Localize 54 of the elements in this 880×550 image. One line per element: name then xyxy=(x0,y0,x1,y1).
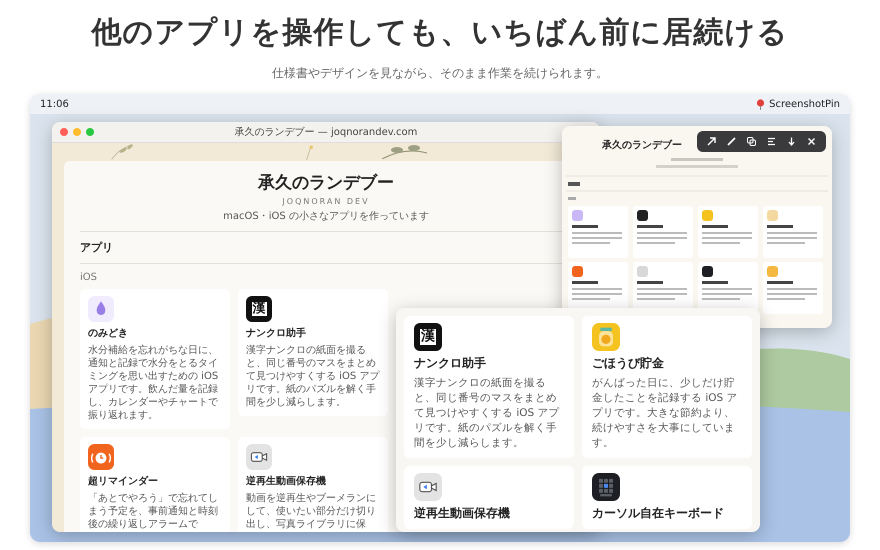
icon-glyph: 漢 xyxy=(420,329,436,345)
app-name: 逆再生動画保存機 xyxy=(414,505,510,522)
app-description: 漢字ナンクロの紙面を撮ると、同じ番号のマスをまとめて見つけやすくする iOS アプリです。紙のパズルを解く手間を少し減らします。 xyxy=(414,376,561,451)
app-name: ごほうび貯金 xyxy=(592,355,664,372)
down-arrow-icon[interactable] xyxy=(786,136,797,147)
copy-icon[interactable] xyxy=(746,136,757,147)
flower-drawing xyxy=(306,145,313,160)
headline: 他のアプリを操作しても、いちばん前に居続ける xyxy=(92,14,788,52)
app-card[interactable]: 超リマインダー 「あとでやろう」で忘れてしまう予定を、事前通知と時刻後の繰り返しアラームで xyxy=(80,437,230,532)
site-tagline: macOS・iOS の小さなアプリを作っています xyxy=(223,210,429,223)
app-name: カーソル自在キーボード xyxy=(592,505,724,522)
close-button[interactable] xyxy=(60,128,68,136)
app-description: 水分補給を忘れがちな日に、通知と記録で水分をとるタイミングを思い出すための iOS アプリです。飲んだ量を記録し、カレンダーやチャートで振り返れます。 xyxy=(88,344,220,422)
app-description: 動画を逆再生やブーメランにして、使いたい部分だけ切り出し、写真ライブラリに保 xyxy=(246,492,377,531)
coin-jar-icon xyxy=(592,323,620,351)
app-card[interactable]: のみどき 水分補給を忘れがちな日に、通知と記録で水分をとるタイミングを思い出すための iOS アプリです。飲んだ量を記録し、カレンダーやチャートで振り返れます。 xyxy=(80,289,230,429)
clock: 11:06 xyxy=(40,98,69,110)
video-camera-icon xyxy=(414,473,442,501)
app-name: ナンクロ助手 xyxy=(414,355,486,372)
site-author: JOQNORAN DEV xyxy=(282,197,370,206)
app-name: のみどき xyxy=(88,327,128,340)
pin-icon[interactable] xyxy=(756,98,766,110)
pin-page-title: 承久のランデブー xyxy=(602,138,682,152)
alarm-clock-icon xyxy=(88,444,114,470)
app-card[interactable]: ごほうび貯金 がんばった日に、少しだけ貯金したことを記録する iOS アプリです。大きな節約より、続けやすさを大事にしています。 xyxy=(582,316,752,458)
pinned-screenshot[interactable]: 承久のランデブー xyxy=(562,126,832,328)
align-icon[interactable] xyxy=(766,136,777,147)
app-name: 超リマインダー xyxy=(88,474,158,488)
video-camera-icon xyxy=(246,444,272,470)
leaf-sprig-drawing xyxy=(381,145,429,159)
pinned-screenshot[interactable]: 漢 ナンクロ助手 漢字ナンクロの紙面を撮ると、同じ番号のマスをまとめて見つけやすくする iOS アプリです。紙のパズルを解く手間を少し減らします。 ごほうび貯金 がんばった日に、少しだけ貯金したことを記録する iOS アプリです。大きな節約より、続けやすさを大事にしています。 逆再生動画保存機 カーソル自在キーボード xyxy=(396,308,760,532)
platform-label: iOS xyxy=(80,272,97,283)
leaf-sprig-drawing xyxy=(111,144,133,160)
pen-icon[interactable] xyxy=(726,136,737,147)
app-name: 逆再生動画保存機 xyxy=(246,474,326,488)
app-card[interactable]: 逆再生動画保存機 xyxy=(404,466,574,529)
menu-app-name[interactable]: ScreenshotPin xyxy=(769,98,840,110)
site-title: 承久のランデブー xyxy=(258,172,394,194)
window-title: 承久のランデブー — joqnorandev.com xyxy=(234,126,418,139)
subheadline: 仕様書やデザインを見ながら、そのまま作業を続けられます。 xyxy=(272,65,608,82)
app-description: 漢字ナンクロの紙面を撮ると、同じ番号のマスをまとめて見つけやすくする iOS アプリです。紙のパズルを解く手間を少し減らします。 xyxy=(246,344,380,409)
droplet-icon xyxy=(88,296,114,322)
close-icon[interactable] xyxy=(806,136,817,147)
app-card[interactable]: カーソル自在キーボード xyxy=(582,466,752,529)
arrow-icon[interactable] xyxy=(706,136,717,147)
app-card[interactable]: 漢 ナンクロ助手 漢字ナンクロの紙面を撮ると、同じ番号のマスをまとめて見つけやすくする iOS アプリです。紙のパズルを解く手間を少し減らします。 xyxy=(404,316,574,458)
section-heading: アプリ xyxy=(80,240,113,255)
app-card[interactable]: 漢 ナンクロ助手 漢字ナンクロの紙面を撮ると、同じ番号のマスをまとめて見つけやすくする iOS アプリです。紙のパズルを解く手間を少し減らします。 xyxy=(238,289,388,416)
app-description: がんばった日に、少しだけ貯金したことを記録する iOS アプリです。大きな節約より、続けやすさを大事にしています。 xyxy=(592,376,739,451)
app-name: ナンクロ助手 xyxy=(246,326,306,340)
app-card[interactable]: 逆再生動画保存機 動画を逆再生やブーメランにして、使いたい部分だけ切り出し、写真ライブラリに保 xyxy=(238,437,388,532)
icon-glyph: 漢 xyxy=(252,302,266,316)
app-description: 「あとでやろう」で忘れてしまう予定を、事前通知と時刻後の繰り返しアラームで xyxy=(88,492,219,531)
keyboard-icon xyxy=(592,473,620,501)
